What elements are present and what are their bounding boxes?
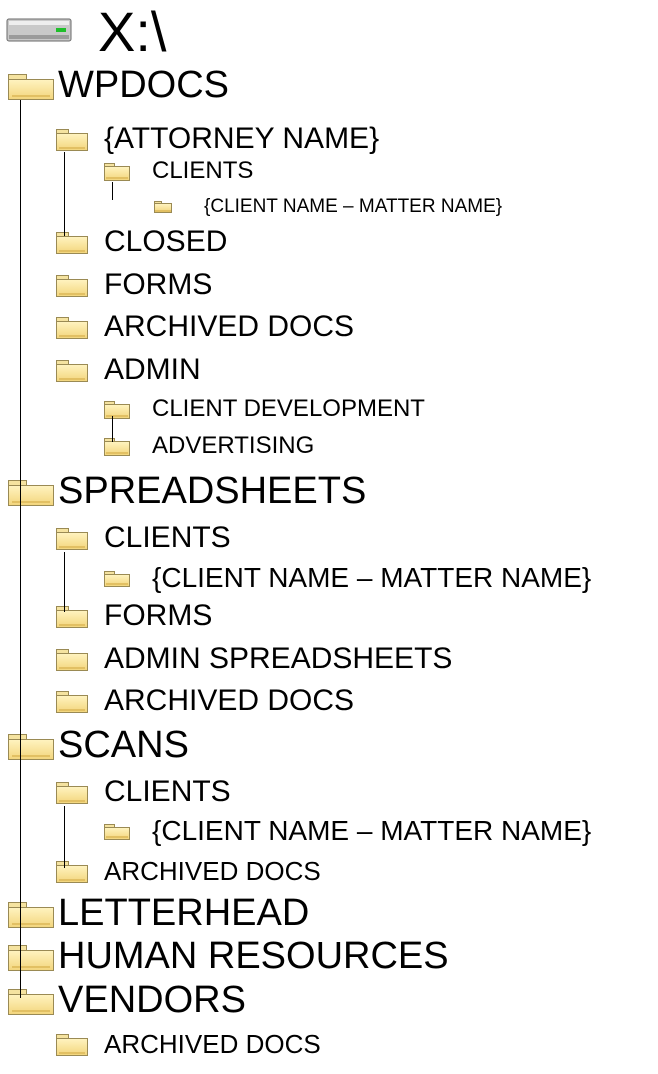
folder-label: HUMAN RESOURCES	[58, 935, 449, 978]
folder-icon	[104, 571, 130, 587]
drive-label: X:\	[98, 0, 167, 63]
folder-label: {CLIENT NAME – MATTER NAME}	[152, 814, 592, 846]
folder-label: ARCHIVED DOCS	[104, 683, 355, 717]
folder-label: CLIENTS	[152, 156, 254, 184]
folder-label: ARCHIVED DOCS	[104, 1028, 321, 1059]
folder-label: FORMS	[104, 267, 213, 301]
folder-icon	[56, 782, 88, 804]
folder-icon	[104, 824, 130, 840]
folder-label: CLIENT DEVELOPMENT	[152, 394, 425, 422]
folder-icon	[56, 649, 88, 671]
folder-label: ADMIN	[104, 352, 201, 386]
folder-icon	[104, 401, 130, 419]
folder-icon	[104, 438, 130, 456]
folder-label: ARCHIVED DOCS	[104, 309, 355, 343]
folder-icon	[8, 945, 54, 971]
folder-label: SCANS	[58, 724, 189, 767]
folder-icon	[56, 861, 88, 883]
folder-label: SPREADSHEETS	[58, 470, 367, 513]
folder-label: {ATTORNEY NAME}	[104, 121, 380, 155]
folder-icon	[8, 902, 54, 928]
folder-icon	[56, 232, 88, 254]
folder-icon	[56, 317, 88, 339]
connector-line	[64, 552, 65, 612]
folder-label: FORMS	[104, 598, 213, 632]
folder-icon	[56, 275, 88, 297]
folder-label: {CLIENT NAME – MATTER NAME}	[204, 195, 503, 217]
folder-label: ARCHIVED DOCS	[104, 855, 321, 886]
folder-label: CLOSED	[104, 224, 228, 258]
folder-icon	[8, 74, 54, 100]
folder-label: {CLIENT NAME – MATTER NAME}	[152, 561, 592, 593]
folder-label: CLIENTS	[104, 774, 231, 808]
folder-icon	[8, 989, 54, 1015]
folder-icon	[56, 129, 88, 151]
folder-label: ADMIN SPREADSHEETS	[104, 641, 453, 675]
folder-icon	[154, 200, 172, 214]
connector-line	[64, 806, 65, 868]
folder-label: VENDORS	[58, 979, 246, 1022]
folder-tree: X:\ WPDOCS {ATTORNEY NAME} CLIENTS {CLIENT …	[0, 0, 658, 1074]
folder-icon	[56, 360, 88, 382]
folder-label: LETTERHEAD	[58, 892, 310, 935]
folder-icon	[104, 163, 130, 181]
folder-icon	[8, 480, 54, 506]
tree-trunk-line	[20, 100, 21, 998]
drive-icon	[6, 18, 72, 42]
connector-line	[112, 182, 113, 200]
folder-icon	[56, 528, 88, 550]
folder-icon	[56, 1034, 88, 1056]
folder-icon	[56, 606, 88, 628]
folder-label: ADVERTISING	[152, 431, 315, 459]
folder-icon	[56, 691, 88, 713]
folder-icon	[8, 734, 54, 760]
connector-line	[112, 416, 113, 442]
folder-label: CLIENTS	[104, 520, 231, 554]
folder-label: WPDOCS	[58, 64, 229, 107]
connector-line	[64, 152, 65, 236]
